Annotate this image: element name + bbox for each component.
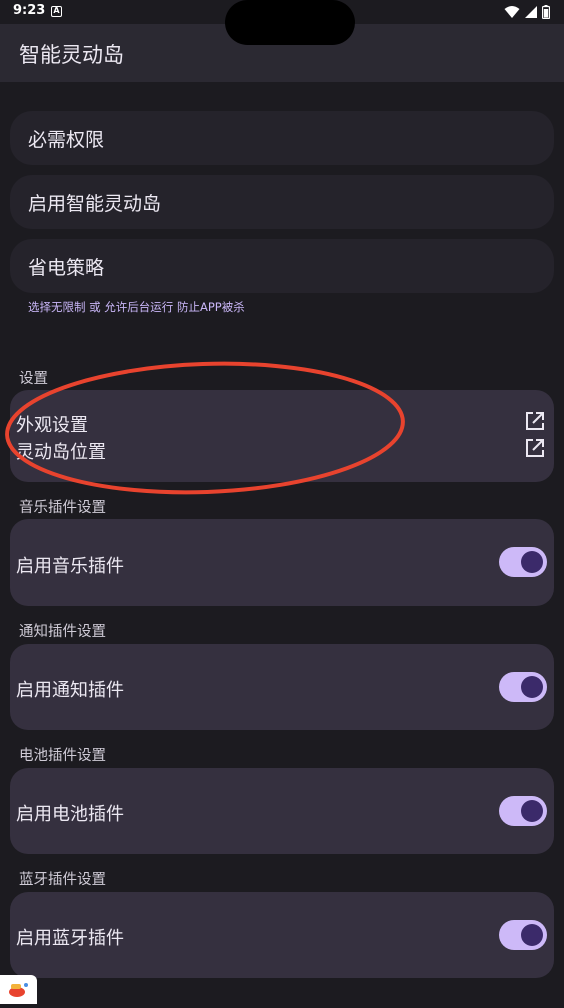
toggle-knob xyxy=(521,800,543,822)
notification-plugin-section-title: 通知插件设置 xyxy=(19,624,106,640)
appearance-settings-row[interactable]: 外观设置 xyxy=(10,408,554,436)
notification-plugin-toggle[interactable] xyxy=(499,672,547,702)
battery-plugin-section-title: 电池插件设置 xyxy=(19,748,106,764)
notification-plugin-card: 启用通知插件 xyxy=(10,644,554,730)
power-saving-item[interactable]: 省电策略 xyxy=(10,239,554,293)
floating-app-icon xyxy=(9,983,28,997)
music-plugin-section-title: 音乐插件设置 xyxy=(19,500,106,516)
notification-plugin-toggle-label: 启用通知插件 xyxy=(16,680,124,701)
required-permissions-item[interactable]: 必需权限 xyxy=(10,111,554,165)
battery-plugin-card: 启用电池插件 xyxy=(10,768,554,854)
island-position-row[interactable]: 灵动岛位置 xyxy=(10,435,554,463)
settings-section-title: 设置 xyxy=(19,371,48,387)
open-external-icon[interactable] xyxy=(525,438,545,458)
settings-card: 外观设置 灵动岛位置 xyxy=(10,390,554,482)
island-position-label: 灵动岛位置 xyxy=(16,442,106,463)
bluetooth-plugin-card: 启用蓝牙插件 xyxy=(10,892,554,978)
toggle-knob xyxy=(521,924,543,946)
music-plugin-toggle-label: 启用音乐插件 xyxy=(16,556,124,577)
camera-cutout xyxy=(225,0,355,45)
a-badge-icon: A xyxy=(51,6,62,17)
toggle-knob xyxy=(521,676,543,698)
music-plugin-toggle[interactable] xyxy=(499,547,547,577)
enable-island-label: 启用智能灵动岛 xyxy=(28,193,162,215)
wifi-icon xyxy=(504,6,520,18)
floating-app-shortcut[interactable] xyxy=(0,975,37,1004)
bluetooth-plugin-toggle-label: 启用蓝牙插件 xyxy=(16,928,124,949)
enable-island-item[interactable]: 启用智能灵动岛 xyxy=(10,175,554,229)
page-title: 智能灵动岛 xyxy=(19,43,124,67)
open-external-icon[interactable] xyxy=(525,411,545,431)
status-time: 9:23 xyxy=(13,3,46,18)
battery-plugin-toggle-label: 启用电池插件 xyxy=(16,804,124,825)
bluetooth-plugin-section-title: 蓝牙插件设置 xyxy=(19,872,106,888)
power-saving-label: 省电策略 xyxy=(28,257,105,279)
battery-hint-text: 选择无限制 或 允许后台运行 防止APP被杀 xyxy=(28,300,245,314)
toggle-knob xyxy=(521,551,543,573)
battery-plugin-toggle[interactable] xyxy=(499,796,547,826)
required-permissions-label: 必需权限 xyxy=(28,129,105,151)
music-plugin-card: 启用音乐插件 xyxy=(10,519,554,606)
cellular-signal-icon xyxy=(525,6,537,18)
appearance-settings-label: 外观设置 xyxy=(16,415,88,436)
battery-icon xyxy=(542,5,550,19)
bluetooth-plugin-toggle[interactable] xyxy=(499,920,547,950)
status-icons xyxy=(504,4,550,20)
